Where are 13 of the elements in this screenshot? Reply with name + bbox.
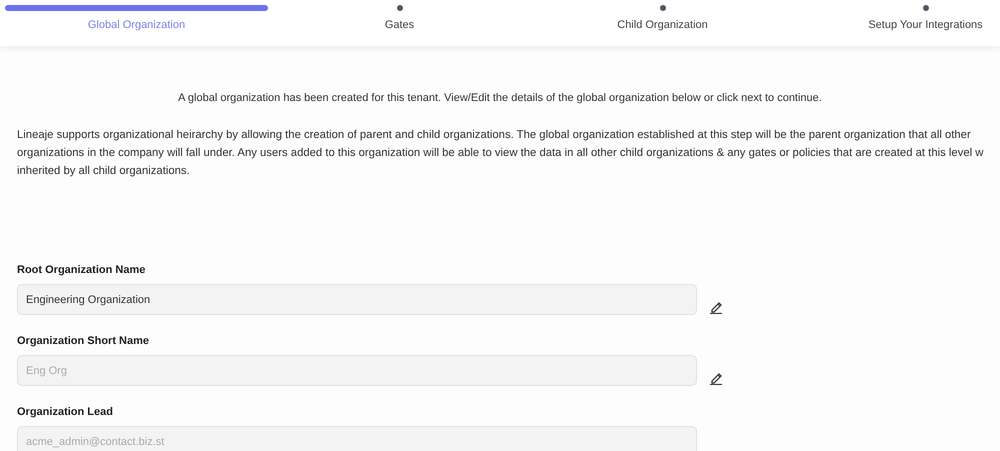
notice-text: A global organization has been created for this tenant. View/Edit the details of the global organization below or click next to continue.: [177, 92, 823, 104]
step-tab[interactable]: Setup Your Integrations: [868, 19, 983, 31]
field-label: Organization Short Name: [17, 335, 150, 347]
field-label: Root Organization Name: [17, 264, 146, 276]
text-field[interactable]: Eng Org: [17, 355, 697, 386]
step-tab[interactable]: Child Organization: [617, 19, 708, 31]
pencil-icon[interactable]: [709, 300, 723, 314]
description-paragraph: Lineaje supports organizational heirarchy by allowing the creation of parent and child organizations. The global organization established at this step will be the parent organization that all other organizations in the company will fall under. Any users added to this organization will be able to view the data in all other child organizations & any gates or policies that are created at this level w inherited by all child organizations.: [17, 128, 984, 179]
pencil-icon[interactable]: [709, 370, 723, 384]
text-field[interactable]: Engineering Organization: [17, 284, 697, 315]
field-label: Organization Lead: [17, 406, 113, 418]
text-field[interactable]: acme_admin@contact.biz.st: [17, 426, 697, 451]
step-tab[interactable]: Gates: [384, 19, 414, 31]
